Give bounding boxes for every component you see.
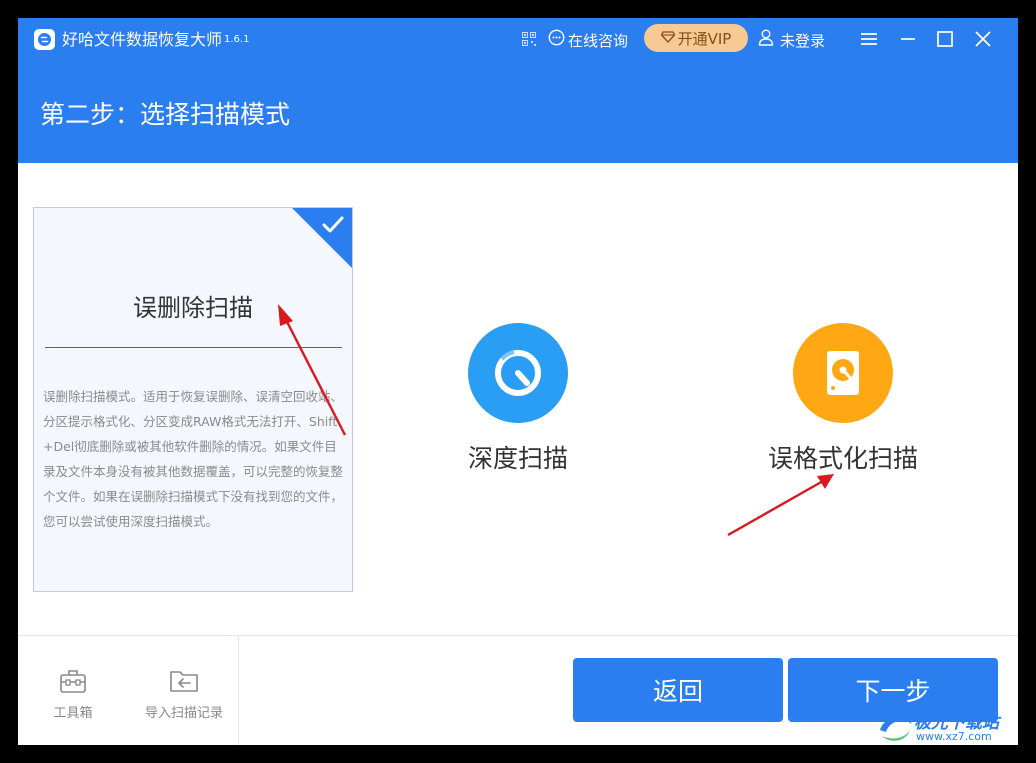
online-consult-button[interactable]: 在线咨询 <box>548 29 628 52</box>
back-button[interactable]: 返回 <box>573 658 783 722</box>
toolbox-icon <box>58 666 88 696</box>
deep-scan-label: 深度扫描 <box>467 444 568 473</box>
online-consult-label: 在线咨询 <box>568 31 629 50</box>
card-divider <box>45 347 342 348</box>
app-logo-icon <box>34 29 55 50</box>
deep-scan-option[interactable]: 深度扫描 <box>448 323 588 475</box>
footer-divider <box>18 635 1018 636</box>
chat-icon <box>548 29 565 52</box>
header-bar: 好哈文件数据恢复大师 1.6.1 在线咨询 开通VIP 未登录 第二步：选择扫描… <box>18 18 1018 163</box>
vip-label: 开通VIP <box>677 29 732 48</box>
checkmark-icon <box>320 214 346 240</box>
import-scan-record-button[interactable]: 导入扫描记录 <box>136 666 232 721</box>
footer-vertical-divider <box>238 636 239 745</box>
format-scan-label: 误格式化扫描 <box>767 444 918 473</box>
login-label: 未登录 <box>780 31 826 50</box>
import-scan-record-label: 导入扫描记录 <box>144 706 223 721</box>
diamond-icon <box>660 29 675 47</box>
watermark-url: www.xz7.com <box>916 730 992 743</box>
user-icon <box>758 29 774 52</box>
hard-drive-icon <box>793 323 893 423</box>
mistaken-delete-scan-card[interactable]: 误删除扫描 误删除扫描模式。适用于恢复误删除、误清空回收站、分区提示格式化、分区… <box>33 207 353 592</box>
maximize-icon[interactable] <box>934 28 956 50</box>
format-scan-option[interactable]: 误格式化扫描 <box>753 323 933 475</box>
toolbox-button[interactable]: 工具箱 <box>46 666 100 721</box>
annotation-arrowhead <box>817 474 834 489</box>
annotation-arrow-line <box>727 479 824 537</box>
step-title: 第二步：选择扫描模式 <box>40 100 291 129</box>
login-button[interactable]: 未登录 <box>758 29 825 52</box>
radar-icon <box>468 323 568 423</box>
watermark: 极光下载站 www.xz7.com <box>876 708 1016 745</box>
import-folder-icon <box>169 666 199 696</box>
toolbox-label: 工具箱 <box>53 706 93 721</box>
app-title: 好哈文件数据恢复大师 <box>62 30 223 49</box>
card-title: 误删除扫描 <box>133 294 253 322</box>
watermark-logo-icon <box>880 716 912 741</box>
app-version: 1.6.1 <box>224 34 250 45</box>
minimize-icon[interactable] <box>897 28 919 50</box>
close-icon[interactable] <box>972 28 994 50</box>
vip-button[interactable]: 开通VIP <box>644 24 748 52</box>
menu-icon[interactable] <box>858 28 880 50</box>
app-window: 好哈文件数据恢复大师 1.6.1 在线咨询 开通VIP 未登录 第二步：选择扫描… <box>18 18 1018 745</box>
qrcode-icon[interactable] <box>522 31 536 46</box>
card-description: 误删除扫描模式。适用于恢复误删除、误清空回收站、分区提示格式化、分区变成RAW格… <box>43 389 344 529</box>
